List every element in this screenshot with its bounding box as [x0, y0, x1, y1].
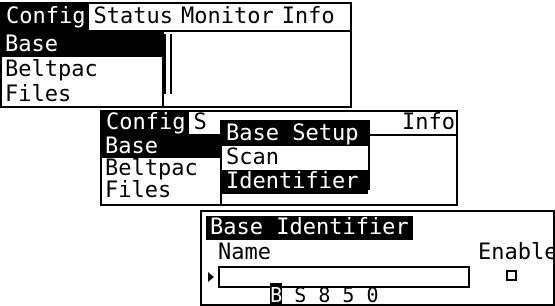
submenu-item-base[interactable]: Base	[2, 32, 162, 57]
name-value-rest: S 8 5 0	[294, 283, 379, 306]
config-submenu: Base Beltpac Files	[102, 136, 222, 204]
submenu-item-files[interactable]: Files	[2, 82, 162, 106]
name-cursor-char: B	[270, 283, 283, 306]
base-setup-popup: Base Setup Scan Identifier	[220, 120, 370, 194]
name-input[interactable]: B S 8 5 0	[218, 266, 470, 304]
menu-status-partial[interactable]: S	[189, 112, 210, 134]
screen-base-setup: Config S Info Base Beltpac Files Base Se…	[100, 110, 458, 206]
menu-info[interactable]: Info	[398, 112, 456, 134]
screen-main-menu: Config Status Monitor Info Base Beltpac …	[0, 2, 352, 108]
menu-status[interactable]: Status	[89, 4, 176, 30]
submenu-item-base[interactable]: Base	[102, 136, 220, 158]
popup-item-scan[interactable]: Scan	[222, 146, 368, 170]
menu-config[interactable]: Config	[2, 4, 90, 30]
menu-config[interactable]: Config	[102, 112, 190, 134]
menu-monitor[interactable]: Monitor	[177, 4, 278, 30]
screen-base-identifier: Base Identifier Name Enable B S 8 5 0	[200, 210, 555, 306]
config-submenu: Base Beltpac Files	[2, 32, 164, 106]
name-label: Name	[218, 240, 271, 265]
panel-title: Base Identifier	[206, 216, 413, 240]
menu-info[interactable]: Info	[278, 4, 339, 30]
enable-label: Enable	[478, 240, 555, 265]
popup-item-identifier[interactable]: Identifier	[222, 170, 368, 194]
submenu-scrollbar[interactable]	[164, 34, 172, 94]
enable-checkbox[interactable]	[506, 270, 517, 281]
submenu-item-files[interactable]: Files	[102, 180, 220, 202]
popup-title: Base Setup	[222, 122, 368, 146]
row-pointer-icon	[208, 272, 214, 282]
submenu-item-beltpac[interactable]: Beltpac	[2, 57, 162, 82]
submenu-item-beltpac[interactable]: Beltpac	[102, 158, 220, 180]
menu-bar: Config Status Monitor Info	[2, 4, 350, 32]
